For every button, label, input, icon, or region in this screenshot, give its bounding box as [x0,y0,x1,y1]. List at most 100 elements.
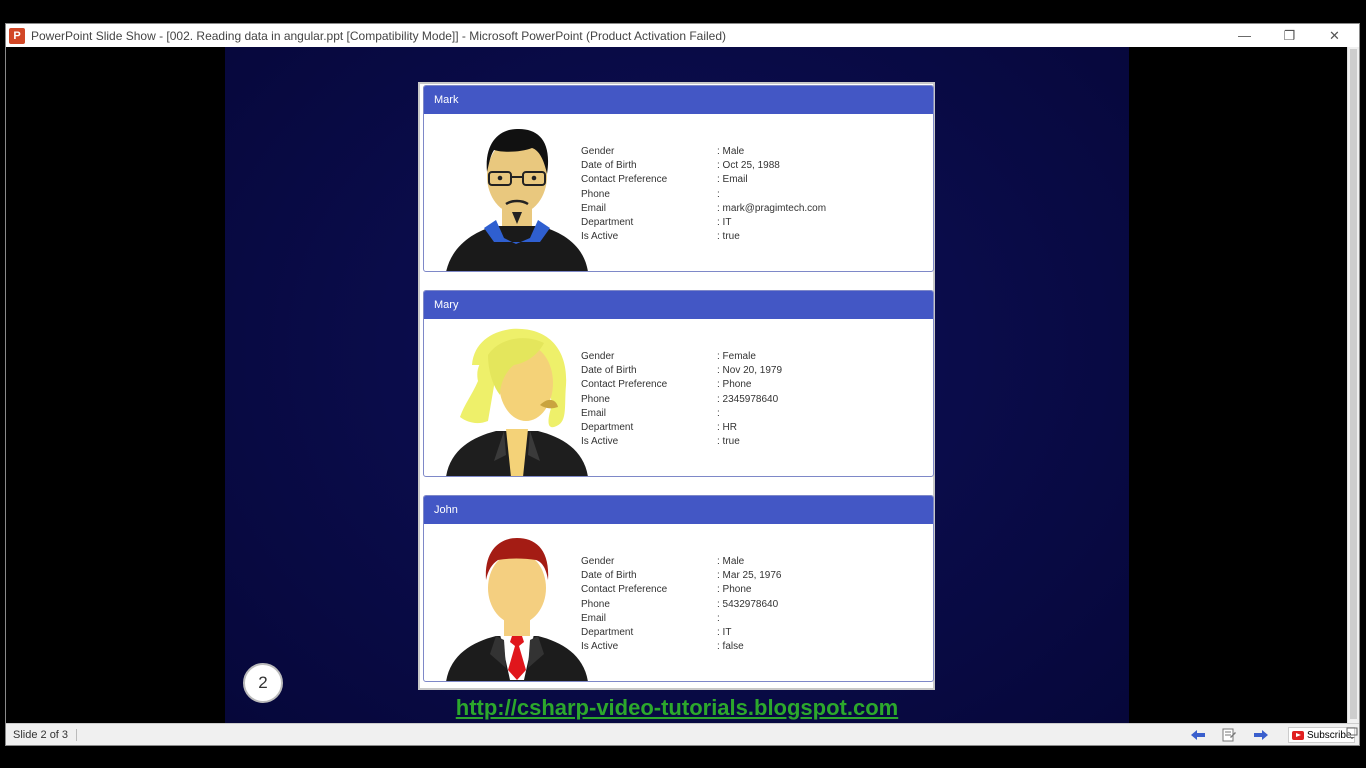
card-body: Gender : Male Date of Birth : Oct 25, 1988… [424,114,933,271]
detail-value: : Female [717,351,756,362]
powerpoint-app-icon[interactable]: P [9,27,25,44]
slide-counter: Slide 2 of 3 [13,728,78,741]
slide-menu-button[interactable] [1221,727,1237,743]
detail-row: Phone : 5432978640 [581,598,881,612]
detail-label: Date of Birth [581,160,637,172]
detail-row: Department : IT [581,216,881,230]
detail-value: : Male [717,146,745,157]
detail-label: Phone [581,393,610,405]
detail-value: : Email [717,174,748,186]
detail-row: Department : HR [581,421,881,435]
detail-label: Contact Preference [581,174,668,186]
arrow-right-icon [1254,730,1268,740]
detail-label: Department [581,421,634,433]
detail-value: : true [717,231,740,243]
restore-button[interactable]: ❐ [1267,24,1312,47]
detail-row: Contact Preference : Email [581,173,881,187]
scrollbar-thumb[interactable] [1350,49,1357,719]
male-glasses-avatar-icon [446,128,588,271]
detail-row: Is Active : true [581,435,881,449]
next-slide-button[interactable] [1253,727,1269,743]
detail-value: : IT [717,216,732,228]
end-show-icon[interactable] [1346,727,1358,742]
detail-value: : 5432978640 [717,598,779,610]
detail-row: Department : IT [581,626,881,640]
detail-value: : Male [717,556,745,567]
detail-row: Is Active : true [581,230,881,244]
detail-value: : Mar 25, 1976 [717,570,782,582]
card-body: Gender : Male Date of Birth : Mar 25, 1976… [424,524,933,681]
previous-slide-button[interactable] [1190,727,1206,743]
card-body: Gender : Female Date of Birth : Nov 20, 19… [424,319,933,476]
female-blonde-avatar-icon [446,328,588,476]
detail-label: Contact Preference [581,584,668,596]
detail-label: Date of Birth [581,365,637,377]
detail-label: Date of Birth [581,570,637,582]
employee-card: John Gender: Male Date of Birth: Mar 2… [423,495,934,682]
detail-label: Is Active [581,436,619,448]
detail-row: Date of Birth : Nov 20, 1979 [581,364,881,378]
detail-value: : Phone [717,379,752,391]
employee-details: Gender : Male Date of Birth : Oct 25, 1988… [581,145,881,244]
employee-card: Mark Gender: Male Date of Birth: Oct 2… [423,85,934,272]
detail-value: : 2345978640 [717,393,779,405]
detail-value: : Oct 25, 1988 [717,160,780,172]
blog-link[interactable]: http://csharp-video-tutorials.blogspot.c… [225,695,1129,721]
detail-label: Contact Preference [581,379,668,391]
detail-value: : Nov 20, 1979 [717,365,783,377]
detail-label: Email [581,407,607,419]
close-button[interactable]: ✕ [1312,24,1357,47]
detail-row: Contact Preference : Phone [581,583,881,597]
card-header-name: John [424,496,933,524]
detail-value: : mark@pragimtech.com [717,202,827,214]
employee-card: Mary Gender: Female Date of Birth: Nov… [423,290,934,477]
detail-row: Phone : 2345978640 [581,393,881,407]
vertical-scrollbar[interactable] [1347,47,1359,723]
employee-details: Gender : Female Date of Birth : Nov 20, 19… [581,350,881,449]
detail-label: Email [581,612,607,624]
employee-details: Gender : Male Date of Birth : Mar 25, 1976… [581,555,881,654]
detail-label: Phone [581,598,610,610]
detail-row: Email: [581,407,881,421]
detail-row: Gender : Male [581,555,881,569]
slide-show-area[interactable]: Mark Gender: Male Date of Birth: Oct 2… [6,47,1349,723]
menu-corner-icon [1346,727,1358,739]
subscribe-label: Subscribe [1307,729,1352,741]
detail-label: Department [581,216,634,228]
detail-label: Is Active [581,641,619,653]
detail-label: Email [581,202,607,214]
detail-value: : [717,407,720,419]
detail-row: Date of Birth : Oct 25, 1988 [581,159,881,173]
employee-card-panel: Mark Gender: Male Date of Birth: Oct 2… [418,82,935,690]
detail-value: : IT [717,626,732,638]
card-header-name: Mary [424,291,933,319]
slide[interactable]: Mark Gender: Male Date of Birth: Oct 2… [225,47,1129,723]
male-suit-avatar-icon [446,538,588,681]
minimize-button[interactable]: — [1222,24,1267,47]
detail-label: Phone [581,188,610,200]
card-header-name: Mark [424,86,933,114]
detail-row: Gender : Male [581,145,881,159]
detail-label: Gender [581,351,615,362]
arrow-left-icon [1191,730,1205,740]
slide-menu-icon [1222,728,1236,742]
detail-row: Phone: [581,188,881,202]
detail-row: Date of Birth : Mar 25, 1976 [581,569,881,583]
detail-label: Is Active [581,231,619,243]
detail-label: Gender [581,556,615,567]
detail-row: Contact Preference : Phone [581,378,881,392]
detail-value: : false [717,641,744,653]
detail-value: : true [717,436,740,448]
detail-row: Email : mark@pragimtech.com [581,202,881,216]
status-bar: Slide 2 of 3 Subscribe [6,723,1359,745]
title-bar[interactable]: P PowerPoint Slide Show - [002. Reading … [6,24,1359,47]
powerpoint-window: P PowerPoint Slide Show - [002. Reading … [5,23,1360,746]
detail-value: : Phone [717,584,752,596]
detail-value: : [717,612,720,624]
detail-label: Gender [581,146,615,157]
window-title: PowerPoint Slide Show - [002. Reading da… [31,28,727,43]
detail-value: : HR [717,421,737,433]
detail-label: Department [581,626,634,638]
detail-row: Gender : Female [581,350,881,364]
detail-row: Is Active : false [581,640,881,654]
